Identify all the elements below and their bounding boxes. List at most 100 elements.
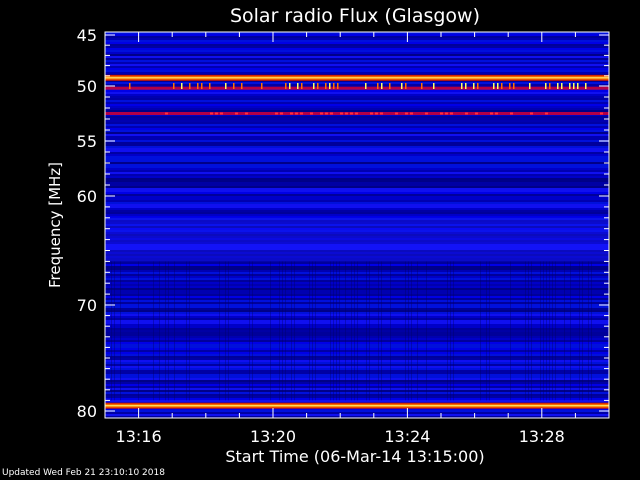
chart-title: Solar radio Flux (Glasgow)	[230, 5, 480, 27]
streak	[309, 261, 310, 401]
burst-marker	[340, 112, 343, 115]
band-row	[105, 126, 609, 128]
burst-marker	[320, 112, 323, 115]
streak	[450, 261, 451, 401]
band-row	[105, 58, 609, 60]
burst-marker	[317, 83, 319, 89]
band-row	[105, 38, 609, 40]
burst-marker	[330, 112, 333, 115]
burst-marker	[473, 83, 475, 89]
x-tick-label: 13:24	[384, 427, 430, 446]
burst-marker	[545, 83, 547, 89]
streak	[582, 261, 583, 401]
burst-marker	[445, 112, 448, 115]
band-row	[105, 68, 609, 70]
spectrogram-chart: Solar radio Flux (Glasgow) 455055607080 …	[46, 5, 610, 466]
streak	[564, 261, 565, 401]
streak	[543, 261, 544, 401]
band-row	[105, 54, 609, 56]
band-row	[105, 130, 609, 132]
burst-marker	[569, 83, 571, 89]
streak	[417, 261, 418, 401]
streak	[285, 261, 286, 401]
burst-marker	[573, 83, 575, 89]
medium-band-50.2	[105, 86, 609, 90]
band-row	[105, 410, 609, 412]
burst-marker	[465, 83, 467, 89]
band-row	[105, 96, 609, 98]
streak	[453, 261, 454, 401]
burst-marker	[285, 83, 287, 89]
band-row	[105, 82, 609, 84]
streak	[225, 261, 226, 401]
band-row	[105, 154, 609, 156]
burst-marker	[461, 83, 463, 89]
streak	[588, 261, 589, 401]
streak	[330, 261, 331, 401]
streak	[426, 261, 427, 401]
streak	[555, 261, 556, 401]
burst-marker	[490, 112, 493, 115]
band-row	[105, 160, 609, 162]
band-row	[105, 122, 609, 124]
burst-marker	[549, 83, 551, 89]
band-row	[105, 70, 609, 72]
streak	[279, 261, 280, 401]
burst-marker	[405, 112, 408, 115]
streak	[549, 261, 550, 401]
burst-marker	[365, 83, 367, 89]
burst-marker	[181, 83, 183, 89]
burst-marker	[545, 112, 548, 115]
band-row	[105, 162, 609, 164]
burst-marker	[377, 83, 379, 89]
band-row	[105, 156, 609, 158]
burst-marker	[509, 83, 511, 89]
streak	[339, 261, 340, 401]
streak	[381, 261, 382, 401]
burst-marker	[129, 83, 131, 89]
band-row	[105, 178, 609, 180]
burst-marker	[355, 112, 358, 115]
burst-marker	[600, 112, 603, 115]
band-row	[105, 136, 609, 138]
band-row	[105, 212, 609, 214]
band-row	[105, 158, 609, 160]
burst-marker	[421, 83, 423, 89]
streak	[111, 261, 112, 401]
band-row	[105, 34, 609, 36]
band-row	[105, 48, 609, 50]
streak	[525, 261, 526, 401]
streak	[489, 261, 490, 401]
band-row	[105, 60, 609, 62]
burst-marker	[395, 112, 398, 115]
band-row	[105, 192, 609, 194]
streak	[354, 261, 355, 401]
burst-marker	[495, 112, 498, 115]
burst-marker	[275, 112, 278, 115]
band-row	[105, 128, 609, 130]
band-row	[105, 206, 609, 208]
band-row	[105, 108, 609, 110]
band-row	[105, 40, 609, 42]
burst-marker	[450, 112, 453, 115]
band-row	[105, 190, 609, 192]
burst-marker	[301, 83, 303, 89]
burst-marker	[173, 83, 175, 89]
burst-marker	[370, 112, 373, 115]
burst-marker	[215, 112, 218, 115]
streak	[345, 261, 346, 401]
band-row	[105, 116, 609, 118]
burst-marker	[389, 83, 391, 89]
streak	[336, 261, 337, 401]
band-row	[105, 50, 609, 52]
burst-marker	[375, 112, 378, 115]
streak	[228, 261, 229, 401]
streak	[351, 261, 352, 401]
streak	[408, 261, 409, 401]
band-row	[105, 210, 609, 212]
streak	[510, 261, 511, 401]
burst-marker	[300, 112, 303, 115]
band-row	[105, 42, 609, 44]
streak	[249, 261, 250, 401]
streak	[138, 261, 139, 401]
